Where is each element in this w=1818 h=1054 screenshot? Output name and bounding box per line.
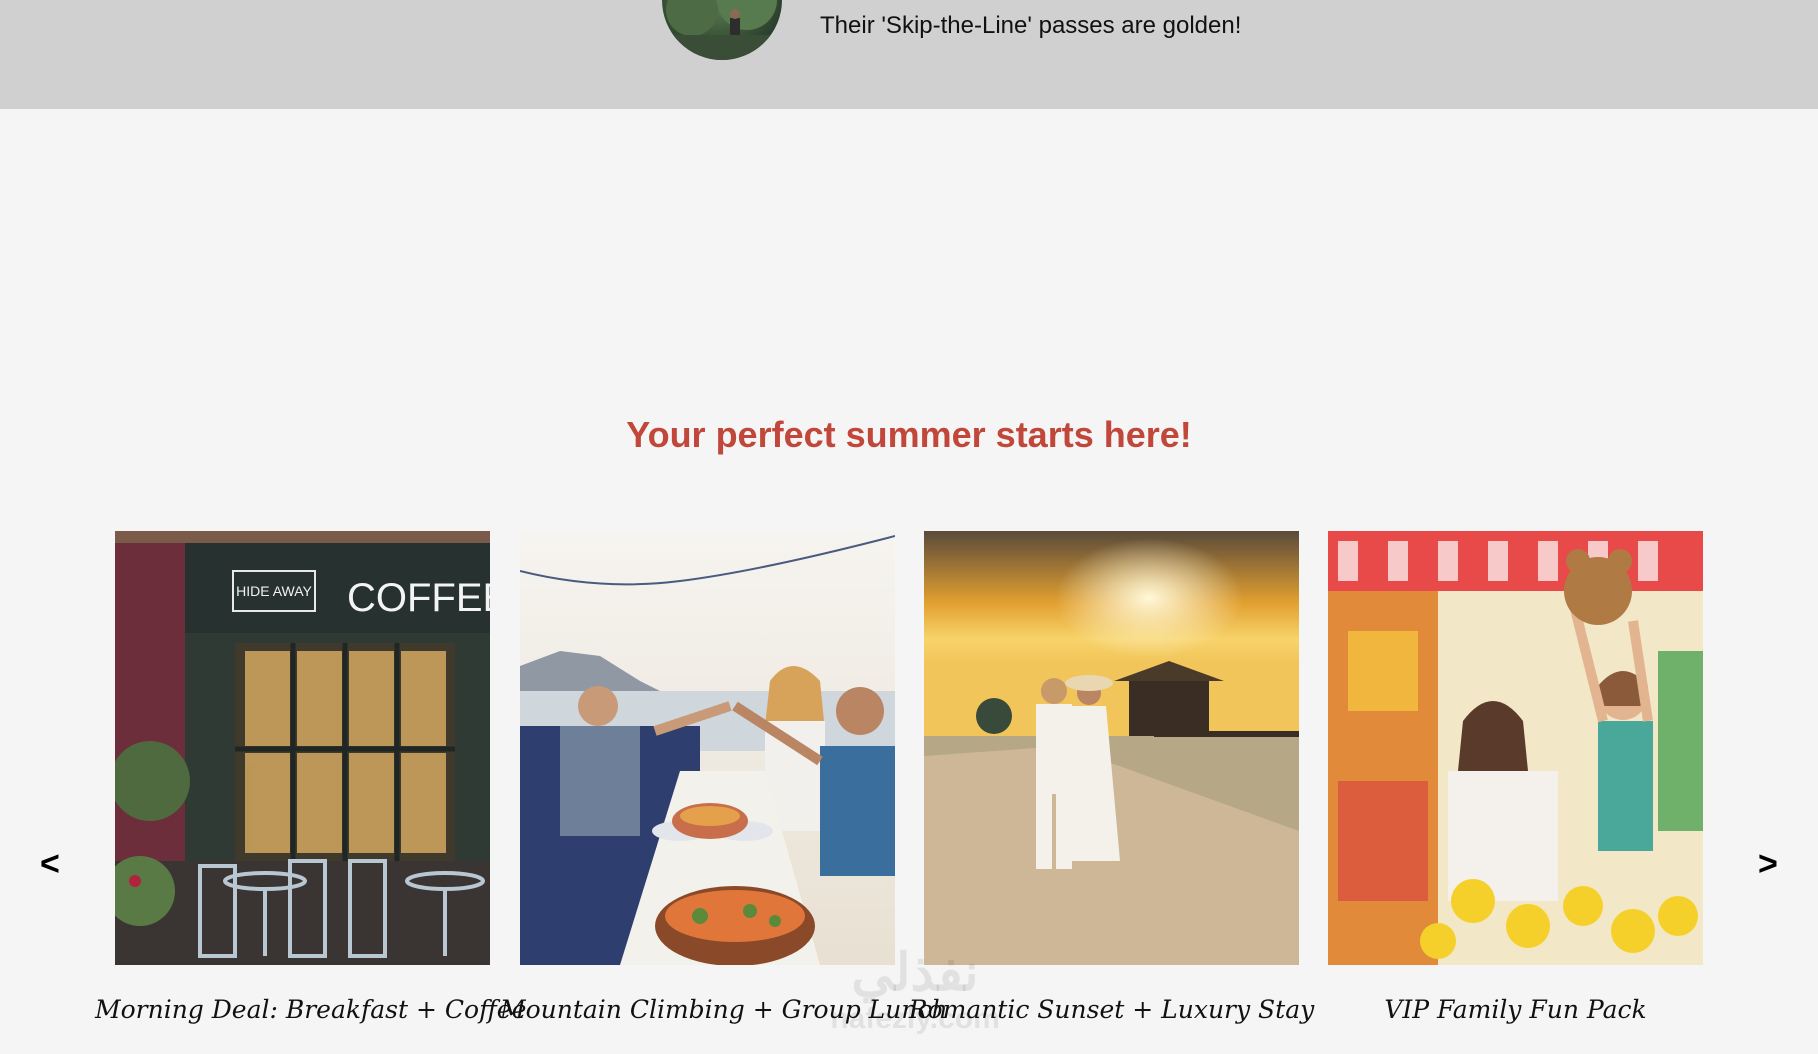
watermark-arabic: نفذلي <box>851 944 979 1002</box>
cafe-logo-text: HIDE AWAY <box>236 583 312 599</box>
watermark: نفذلي nafezly.com <box>800 944 1030 1036</box>
group-lunch-photo[interactable] <box>520 531 895 965</box>
deal-card[interactable]: Mountain Climbing + Group Lunch <box>500 531 948 1024</box>
testimonial-quote: Their 'Skip-the-Line' passes are golden! <box>820 12 1242 39</box>
card-caption[interactable]: Morning Deal: Breakfast + Coffee <box>95 995 526 1024</box>
carousel-next-button[interactable]: > <box>1758 845 1778 884</box>
deal-card[interactable]: Romantic Sunset + Luxury Stay <box>909 531 1314 1024</box>
deal-card[interactable]: HIDE AWAY COFFEE Morning Deal: Breakfast… <box>95 531 526 1024</box>
section-title: Your perfect summer starts here! <box>626 414 1192 455</box>
family-fun-photo[interactable] <box>1328 531 1703 965</box>
cafe-sign-text: COFFEE <box>347 576 490 620</box>
carousel-prev-button[interactable]: < <box>40 845 60 884</box>
sunset-beach-photo[interactable] <box>924 531 1299 965</box>
testimonial-band: Their 'Skip-the-Line' passes are golden! <box>0 0 1818 109</box>
reviewer-avatar <box>662 0 782 60</box>
deal-card[interactable]: VIP Family Fun Pack <box>1328 531 1703 1024</box>
card-caption[interactable]: VIP Family Fun Pack <box>1308 995 1723 1024</box>
watermark-latin: nafezly.com <box>830 1002 1000 1036</box>
cafe-photo[interactable]: HIDE AWAY COFFEE <box>115 531 490 965</box>
